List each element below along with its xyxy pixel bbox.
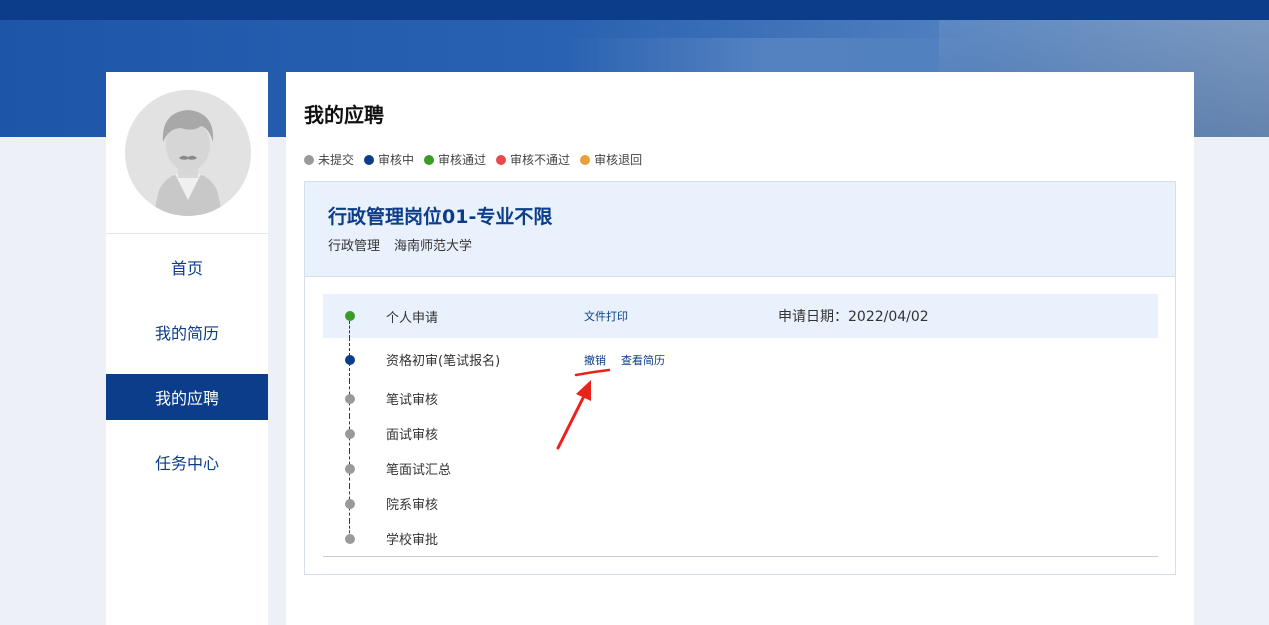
legend-dot-icon [304, 154, 314, 165]
nav-item-label: 我的应聘 [154, 389, 219, 408]
step-status-dot-icon [345, 428, 355, 439]
step-row: 学校审批 [323, 521, 1158, 556]
legend-dot-icon [424, 154, 435, 165]
page-title: 我的应聘 [304, 103, 384, 127]
nav-item-label: 我的简历 [154, 324, 219, 343]
legend-label: 审核不通过 [510, 153, 571, 167]
step-row: 笔试审核 [323, 381, 1158, 416]
step-name: 笔试审核 [386, 393, 439, 408]
step-name: 面试审核 [386, 428, 439, 443]
nav-item-my-applications[interactable]: 我的应聘 [106, 374, 268, 420]
job-title: 行政管理岗位01-专业不限 [328, 206, 553, 228]
step-status-dot-icon [345, 393, 355, 404]
revoke-link[interactable]: 撤销 [584, 352, 606, 368]
progress-steps: 个人申请 文件打印 申请日期：2022/04/02 资格初审(笔试报名) 撤销 … [323, 294, 1158, 557]
application-card-header: 行政管理岗位01-专业不限 行政管理 海南师范大学 [305, 182, 1175, 277]
avatar-section [106, 72, 268, 234]
legend-item-unsubmitted: 未提交 [304, 151, 354, 168]
job-department: 行政管理 [328, 239, 381, 254]
status-legend: 未提交 审核中 审核通过 审核不通过 审核退回 [304, 151, 652, 168]
legend-label: 未提交 [318, 153, 355, 167]
avatar [125, 90, 251, 216]
sidebar: 首页 我的简历 我的应聘 任务中心 [106, 72, 268, 625]
step-name: 院系审核 [386, 498, 439, 513]
job-school: 海南师范大学 [394, 239, 473, 254]
apply-date: 申请日期：2022/04/02 [778, 306, 929, 326]
step-row: 面试审核 [323, 416, 1158, 451]
legend-item-returned: 审核退回 [580, 151, 642, 168]
step-status-dot-icon [345, 533, 355, 544]
step-connector [349, 321, 350, 338]
nav-item-my-resume[interactable]: 我的简历 [106, 309, 268, 355]
step-row: 资格初审(笔试报名) 撤销 查看简历 [323, 338, 1158, 381]
nav-item-home[interactable]: 首页 [106, 244, 268, 290]
legend-dot-icon [364, 154, 375, 165]
sidebar-nav: 首页 我的简历 我的应聘 任务中心 [106, 244, 268, 485]
apply-date-label: 申请日期： [778, 309, 848, 325]
top-bar [0, 0, 1269, 20]
step-name: 个人申请 [386, 310, 439, 326]
step-name: 笔面试汇总 [386, 463, 452, 478]
step-status-dot-icon [345, 311, 355, 321]
job-subtitle: 行政管理 海南师范大学 [328, 235, 1175, 254]
legend-item-reviewing: 审核中 [364, 151, 414, 168]
step-status-dot-icon [345, 354, 355, 365]
nav-item-label: 首页 [170, 259, 203, 278]
step-row: 笔面试汇总 [323, 451, 1158, 486]
legend-label: 审核中 [378, 153, 415, 167]
step-row: 个人申请 文件打印 申请日期：2022/04/02 [323, 294, 1158, 338]
legend-dot-icon [580, 154, 591, 165]
print-file-link[interactable]: 文件打印 [584, 308, 628, 324]
legend-item-approved: 审核通过 [424, 151, 486, 168]
step-status-dot-icon [345, 498, 355, 509]
apply-date-value: 2022/04/02 [848, 309, 929, 325]
step-status-dot-icon [345, 463, 355, 474]
main-panel: 我的应聘 未提交 审核中 审核通过 审核不通过 审核退回 行政管理岗位01-专业… [286, 72, 1194, 625]
legend-dot-icon [496, 154, 507, 165]
user-avatar-icon [125, 90, 251, 216]
step-name: 资格初审(笔试报名) [386, 354, 501, 369]
legend-item-rejected: 审核不通过 [496, 151, 570, 168]
nav-item-label: 任务中心 [154, 454, 219, 473]
legend-label: 审核退回 [594, 153, 643, 167]
view-resume-link[interactable]: 查看简历 [621, 352, 665, 368]
nav-item-task-center[interactable]: 任务中心 [106, 439, 268, 485]
step-name: 学校审批 [386, 533, 439, 548]
application-card: 行政管理岗位01-专业不限 行政管理 海南师范大学 个人申请 文件打印 申请日期：… [304, 181, 1176, 575]
step-row: 院系审核 [323, 486, 1158, 521]
legend-label: 审核通过 [438, 153, 487, 167]
